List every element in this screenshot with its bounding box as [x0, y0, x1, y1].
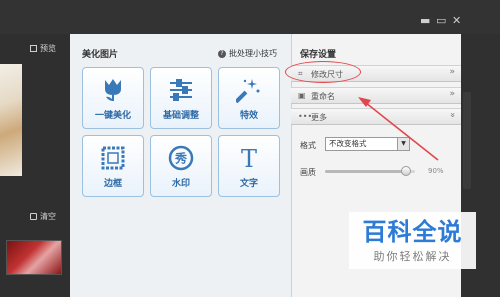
watermark-title: 百科全说: [362, 218, 463, 246]
watermark-subtitle: 助你轻松解决: [373, 250, 452, 263]
